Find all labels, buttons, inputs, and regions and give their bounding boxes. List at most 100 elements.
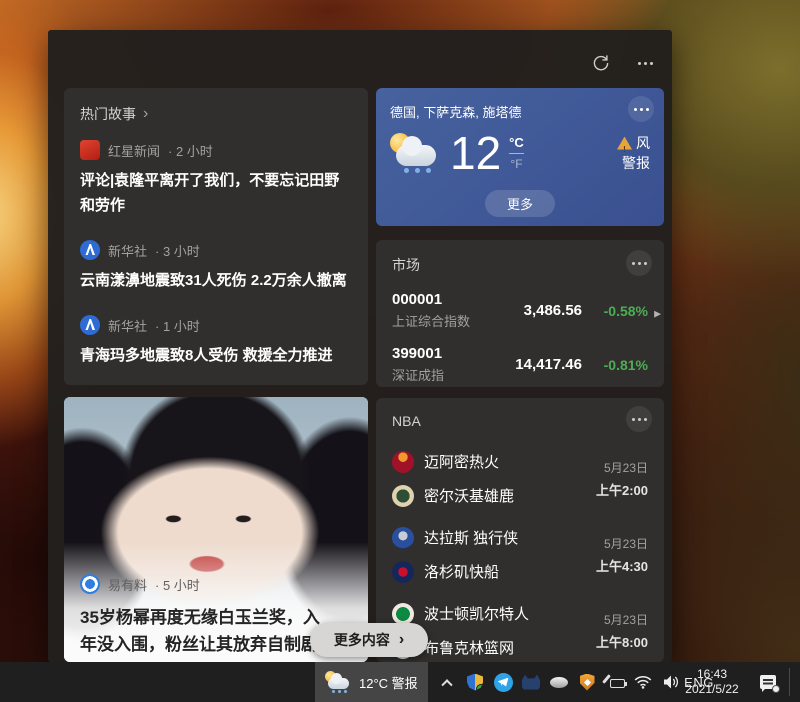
nba-card[interactable]: NBA 迈阿密热火 密尔沃基雄鹿 5月23日 上午2:00 达拉斯 独行侠 <box>376 398 664 662</box>
game-info: 5月23日 上午2:00 <box>596 459 648 499</box>
fahrenheit-label[interactable]: °F <box>510 157 522 171</box>
screen: 热门故事 › 红星新闻 · 2 小时 评论|袁隆平离开了我们，不要忘记田野和劳作… <box>0 0 800 702</box>
news-headline[interactable]: 青海玛多地震致8人受伤 救援全力推进 <box>80 343 352 368</box>
game-time: 上午8:00 <box>596 632 648 651</box>
panel-ellipsis-icon[interactable] <box>634 52 656 74</box>
news-meta: 易有料 · 5 小时 <box>80 574 352 594</box>
refresh-icon[interactable] <box>590 52 612 74</box>
panel-toolbar <box>590 52 656 74</box>
weather-more-button[interactable]: 更多 <box>485 190 555 217</box>
xinhua-icon <box>80 240 100 260</box>
market-row[interactable]: 000001 上证综合指数 3,486.56 -0.58% <box>392 291 648 330</box>
index-cell: 399001 深证成指 <box>392 345 480 384</box>
team-name: 达拉斯 独行侠 <box>424 527 518 548</box>
market-card[interactable]: 市场 000001 上证综合指数 3,486.56 -0.58% 399001 … <box>376 240 664 387</box>
nba-header: NBA <box>392 410 648 432</box>
team-name: 洛杉矶快船 <box>424 561 499 582</box>
more-content-button[interactable]: 更多内容 › <box>310 623 428 657</box>
ellipsis-dots <box>632 418 647 421</box>
photo-story-card[interactable]: 易有料 · 5 小时 35岁杨幂再度无缘白玉兰奖，入 年没入围，粉丝让其放弃自制… <box>64 397 368 662</box>
milwaukee-bucks-logo-icon <box>392 485 414 507</box>
sun-cloud-rain-icon <box>390 133 440 173</box>
news-meta: 新华社 · 3 小时 <box>80 240 352 260</box>
market-ellipsis-icon[interactable] <box>626 250 652 276</box>
bat-app-icon[interactable] <box>521 672 541 692</box>
weather-location: 德国, 下萨克森, 施塔德 <box>390 102 521 121</box>
market-next-arrow-icon[interactable]: ▶ <box>654 308 661 319</box>
clock-date: 2021/5/22 <box>685 682 738 697</box>
boston-celtics-logo-icon <box>392 603 414 625</box>
news-time: · 5 小时 <box>155 575 200 594</box>
weather-alert[interactable]: ! 风 警报 <box>617 133 650 173</box>
hongxing-news-icon <box>80 140 100 160</box>
news-source: 新华社 <box>108 316 147 335</box>
taskbar-weather-widget[interactable]: 12°C 警报 <box>315 662 428 702</box>
show-desktop-button[interactable] <box>791 662 800 702</box>
game-teams: 迈阿密热火 密尔沃基雄鹿 <box>392 449 514 508</box>
ellipsis-dots <box>632 262 647 265</box>
chevron-right-icon: › <box>399 632 404 648</box>
battery-pen-icon[interactable] <box>605 672 625 692</box>
alert-line-1: 风 <box>636 133 650 153</box>
index-name: 深证成指 <box>392 365 480 384</box>
wifi-icon[interactable] <box>633 672 653 692</box>
xinhua-icon <box>80 315 100 335</box>
windows-defender-icon[interactable] <box>465 672 485 692</box>
game-date: 5月23日 <box>596 459 648 476</box>
nba-game-row[interactable]: 达拉斯 独行侠 洛杉矶快船 5月23日 上午4:30 <box>392 525 648 584</box>
nba-ellipsis-icon[interactable] <box>626 406 652 432</box>
news-interests-panel: 热门故事 › 红星新闻 · 2 小时 评论|袁隆平离开了我们，不要忘记田野和劳作… <box>48 30 672 662</box>
security-shield-icon[interactable] <box>577 672 597 692</box>
market-row[interactable]: 399001 深证成指 14,417.46 -0.81% <box>392 345 648 384</box>
market-title: 市场 <box>392 255 420 275</box>
action-center-icon[interactable] <box>752 662 784 702</box>
game-date: 5月23日 <box>596 611 648 628</box>
weather-header: 德国, 下萨克森, 施塔德 <box>390 100 650 122</box>
more-content-label: 更多内容 <box>334 630 390 650</box>
news-item[interactable]: 红星新闻 · 2 小时 评论|袁隆平离开了我们，不要忘记田野和劳作 <box>80 140 352 218</box>
news-item[interactable]: 新华社 · 1 小时 青海玛多地震致8人受伤 救援全力推进 <box>80 315 352 368</box>
unit-toggle[interactable]: °C °F <box>509 135 524 171</box>
game-time: 上午4:30 <box>596 556 648 575</box>
telegram-icon[interactable] <box>493 672 513 692</box>
market-header: 市场 <box>392 254 648 276</box>
news-meta: 红星新闻 · 2 小时 <box>80 140 352 160</box>
yiyouliao-icon <box>80 574 100 594</box>
team-name: 密尔沃基雄鹿 <box>424 485 514 506</box>
nba-game-row[interactable]: 波士顿凯尔特人 布鲁克林篮网 5月23日 上午8:00 <box>392 601 648 660</box>
weather-temperature: 12 <box>450 130 501 176</box>
game-info: 5月23日 上午8:00 <box>596 611 648 651</box>
team-name: 波士顿凯尔特人 <box>424 603 529 624</box>
game-time: 上午2:00 <box>596 480 648 499</box>
celsius-label[interactable]: °C <box>509 135 524 154</box>
news-meta: 新华社 · 1 小时 <box>80 315 352 335</box>
mouse-icon[interactable] <box>549 672 569 692</box>
team-name: 布鲁克林篮网 <box>424 637 514 658</box>
news-headline[interactable]: 云南漾濞地震致31人死伤 2.2万余人撤离 <box>80 268 352 293</box>
nba-title: NBA <box>392 413 421 429</box>
miami-heat-logo-icon <box>392 451 414 473</box>
index-cell: 000001 上证综合指数 <box>392 291 480 330</box>
news-headline[interactable]: 评论|袁隆平离开了我们，不要忘记田野和劳作 <box>80 168 352 218</box>
clock-time: 16:43 <box>697 667 727 682</box>
news-source: 红星新闻 <box>108 141 160 160</box>
taskbar-separator <box>789 668 790 696</box>
sun-cloud-rain-icon <box>325 671 351 693</box>
news-time: · 1 小时 <box>155 316 200 335</box>
ellipsis-dots <box>638 62 653 65</box>
index-code: 399001 <box>392 345 480 362</box>
taskbar-clock[interactable]: 16:43 2021/5/22 <box>676 662 748 702</box>
hidden-icons-chevron-icon[interactable] <box>437 672 457 692</box>
ellipsis-dots <box>634 108 649 111</box>
news-item[interactable]: 新华社 · 3 小时 云南漾濞地震致31人死伤 2.2万余人撤离 <box>80 240 352 293</box>
la-clippers-logo-icon <box>392 561 414 583</box>
weather-main: 12 °C °F ! 风 警报 <box>390 130 650 176</box>
weather-ellipsis-icon[interactable] <box>628 96 654 122</box>
hot-stories-card: 热门故事 › 红星新闻 · 2 小时 评论|袁隆平离开了我们，不要忘记田野和劳作… <box>64 88 368 385</box>
hot-stories-header[interactable]: 热门故事 › <box>80 104 352 124</box>
nba-game-row[interactable]: 迈阿密热火 密尔沃基雄鹿 5月23日 上午2:00 <box>392 449 648 508</box>
weather-card[interactable]: 德国, 下萨克森, 施塔德 12 °C °F ! <box>376 88 664 226</box>
index-code: 000001 <box>392 291 480 308</box>
news-time: · 3 小时 <box>155 241 200 260</box>
team-name: 迈阿密热火 <box>424 451 499 472</box>
